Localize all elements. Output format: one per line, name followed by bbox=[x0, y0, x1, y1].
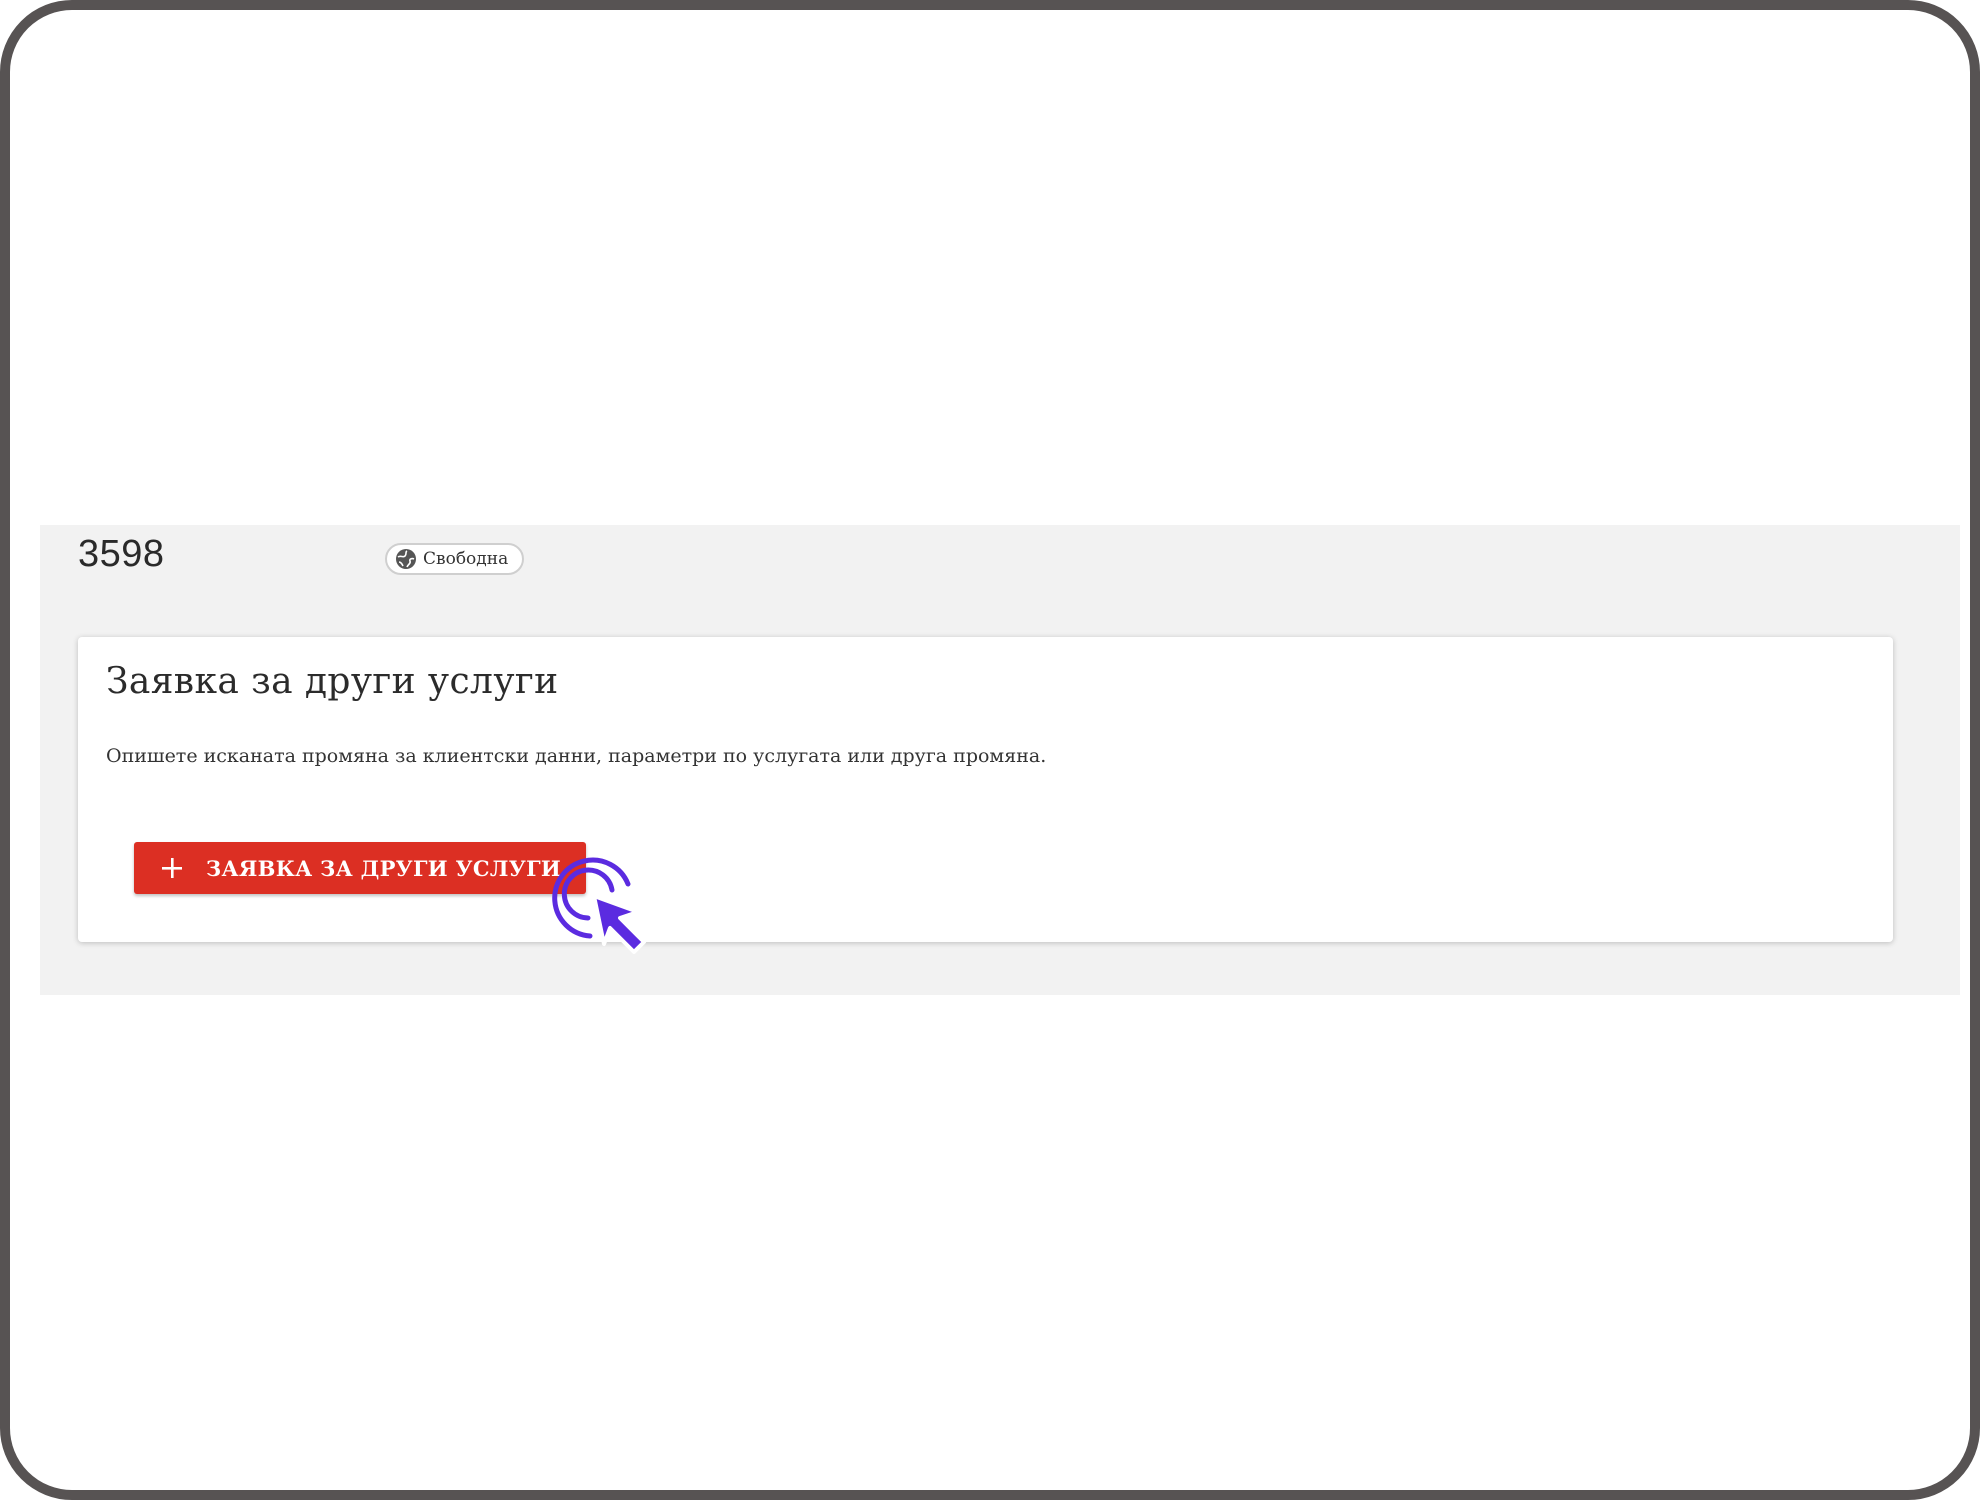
service-panel: 3598 Свободна Заявка за други услуги Опи… bbox=[40, 525, 1960, 995]
plus-icon bbox=[160, 856, 184, 880]
new-request-button[interactable]: ЗАЯВКА ЗА ДРУГИ УСЛУГИ bbox=[134, 842, 586, 894]
service-number: 3598 bbox=[78, 533, 165, 575]
request-card: Заявка за други услуги Опишете исканата … bbox=[78, 637, 1893, 942]
status-badge: Свободна bbox=[385, 543, 525, 575]
status-badge-label: Свободна bbox=[423, 549, 509, 569]
new-request-button-label: ЗАЯВКА ЗА ДРУГИ УСЛУГИ bbox=[206, 855, 562, 881]
card-description: Опишете исканата промяна за клиентски да… bbox=[106, 745, 1047, 767]
card-title: Заявка за други услуги bbox=[106, 661, 559, 702]
screenshot-frame: 3598 Свободна Заявка за други услуги Опи… bbox=[0, 0, 1980, 1500]
globe-icon bbox=[395, 548, 417, 570]
click-pointer-icon bbox=[548, 848, 678, 978]
